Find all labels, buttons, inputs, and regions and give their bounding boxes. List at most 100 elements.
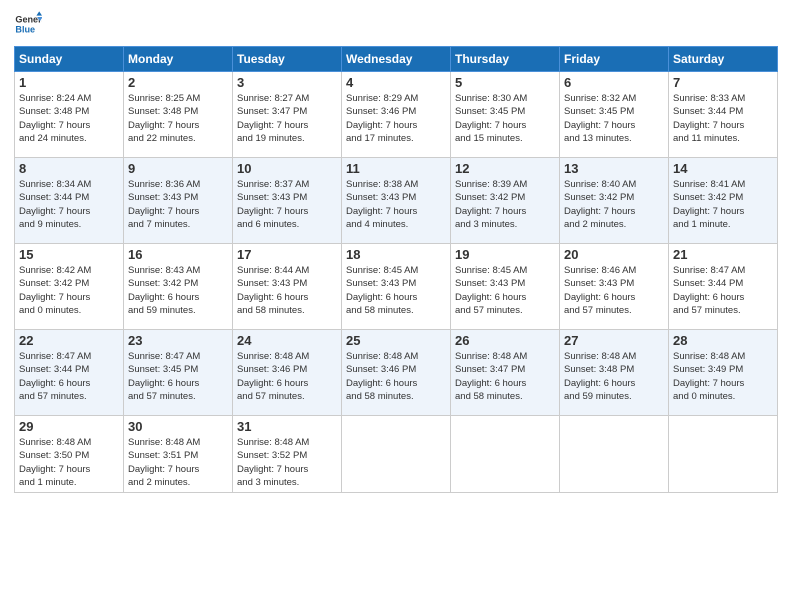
calendar-cell: 6Sunrise: 8:32 AMSunset: 3:45 PMDaylight…	[560, 72, 669, 158]
day-number: 30	[128, 419, 228, 434]
calendar-header-friday: Friday	[560, 47, 669, 72]
calendar-cell	[560, 416, 669, 493]
logo-icon: General Blue	[14, 10, 42, 38]
day-number: 26	[455, 333, 555, 348]
calendar-week-row: 22 Sunrise: 8:47 AMSunset: 3:44 PMDayligh…	[15, 330, 778, 416]
day-number: 5	[455, 75, 555, 90]
calendar-cell: 25 Sunrise: 8:48 AMSunset: 3:46 PMDayligh…	[342, 330, 451, 416]
day-info: Sunrise: 8:47 AMSunset: 3:44 PMDaylight:…	[19, 350, 119, 403]
page-container: General Blue SundayMondayTuesdayWednesda…	[0, 0, 792, 612]
calendar-cell: 23Sunrise: 8:47 AMSunset: 3:45 PMDayligh…	[124, 330, 233, 416]
logo: General Blue	[14, 10, 42, 38]
day-info: Sunrise: 8:34 AMSunset: 3:44 PMDaylight:…	[19, 178, 119, 231]
header: General Blue	[14, 10, 778, 38]
day-info: Sunrise: 8:45 AMSunset: 3:43 PMDaylight:…	[346, 264, 446, 317]
day-number: 29	[19, 419, 119, 434]
day-info: Sunrise: 8:32 AMSunset: 3:45 PMDaylight:…	[564, 92, 664, 145]
day-number: 3	[237, 75, 337, 90]
calendar-cell: 15Sunrise: 8:42 AMSunset: 3:42 PMDayligh…	[15, 244, 124, 330]
day-info: Sunrise: 8:24 AMSunset: 3:48 PMDaylight:…	[19, 92, 119, 145]
day-info: Sunrise: 8:47 AMSunset: 3:45 PMDaylight:…	[128, 350, 228, 403]
calendar-header-monday: Monday	[124, 47, 233, 72]
calendar-cell: 28 Sunrise: 8:48 AMSunset: 3:49 PMDayligh…	[669, 330, 778, 416]
day-number: 20	[564, 247, 664, 262]
calendar-cell	[342, 416, 451, 493]
day-number: 15	[19, 247, 119, 262]
day-number: 16	[128, 247, 228, 262]
calendar-header-thursday: Thursday	[451, 47, 560, 72]
calendar-cell: 20 Sunrise: 8:46 AMSunset: 3:43 PMDayligh…	[560, 244, 669, 330]
day-number: 22	[19, 333, 119, 348]
calendar-header-saturday: Saturday	[669, 47, 778, 72]
day-number: 7	[673, 75, 773, 90]
calendar-cell: 30 Sunrise: 8:48 AMSunset: 3:51 PMDayligh…	[124, 416, 233, 493]
calendar-week-row: 1 Sunrise: 8:24 AMSunset: 3:48 PMDaylight…	[15, 72, 778, 158]
calendar-header-sunday: Sunday	[15, 47, 124, 72]
day-number: 11	[346, 161, 446, 176]
day-info: Sunrise: 8:48 AMSunset: 3:46 PMDaylight:…	[237, 350, 337, 403]
calendar-cell: 24 Sunrise: 8:48 AMSunset: 3:46 PMDayligh…	[233, 330, 342, 416]
calendar-cell: 31Sunrise: 8:48 AMSunset: 3:52 PMDayligh…	[233, 416, 342, 493]
day-info: Sunrise: 8:45 AMSunset: 3:43 PMDaylight:…	[455, 264, 555, 317]
day-info: Sunrise: 8:48 AMSunset: 3:48 PMDaylight:…	[564, 350, 664, 403]
calendar-header-wednesday: Wednesday	[342, 47, 451, 72]
calendar-cell: 29Sunrise: 8:48 AMSunset: 3:50 PMDayligh…	[15, 416, 124, 493]
day-info: Sunrise: 8:44 AMSunset: 3:43 PMDaylight:…	[237, 264, 337, 317]
calendar-cell: 26 Sunrise: 8:48 AMSunset: 3:47 PMDayligh…	[451, 330, 560, 416]
day-number: 18	[346, 247, 446, 262]
calendar-cell	[451, 416, 560, 493]
day-info: Sunrise: 8:48 AMSunset: 3:49 PMDaylight:…	[673, 350, 773, 403]
day-info: Sunrise: 8:29 AMSunset: 3:46 PMDaylight:…	[346, 92, 446, 145]
calendar-cell: 17 Sunrise: 8:44 AMSunset: 3:43 PMDayligh…	[233, 244, 342, 330]
calendar-cell: 8 Sunrise: 8:34 AMSunset: 3:44 PMDaylight…	[15, 158, 124, 244]
calendar-table: SundayMondayTuesdayWednesdayThursdayFrid…	[14, 46, 778, 493]
calendar-week-row: 15Sunrise: 8:42 AMSunset: 3:42 PMDayligh…	[15, 244, 778, 330]
day-number: 24	[237, 333, 337, 348]
day-info: Sunrise: 8:48 AMSunset: 3:46 PMDaylight:…	[346, 350, 446, 403]
day-number: 28	[673, 333, 773, 348]
calendar-cell: 7Sunrise: 8:33 AMSunset: 3:44 PMDaylight…	[669, 72, 778, 158]
day-number: 10	[237, 161, 337, 176]
day-info: Sunrise: 8:48 AMSunset: 3:51 PMDaylight:…	[128, 436, 228, 489]
calendar-cell: 12 Sunrise: 8:39 AMSunset: 3:42 PMDayligh…	[451, 158, 560, 244]
day-number: 1	[19, 75, 119, 90]
calendar-cell: 18 Sunrise: 8:45 AMSunset: 3:43 PMDayligh…	[342, 244, 451, 330]
day-number: 9	[128, 161, 228, 176]
calendar-cell: 27 Sunrise: 8:48 AMSunset: 3:48 PMDayligh…	[560, 330, 669, 416]
day-number: 12	[455, 161, 555, 176]
calendar-cell: 13Sunrise: 8:40 AMSunset: 3:42 PMDayligh…	[560, 158, 669, 244]
calendar-cell: 4Sunrise: 8:29 AMSunset: 3:46 PMDaylight…	[342, 72, 451, 158]
calendar-cell: 16 Sunrise: 8:43 AMSunset: 3:42 PMDayligh…	[124, 244, 233, 330]
day-info: Sunrise: 8:36 AMSunset: 3:43 PMDaylight:…	[128, 178, 228, 231]
calendar-cell: 5 Sunrise: 8:30 AMSunset: 3:45 PMDaylight…	[451, 72, 560, 158]
day-number: 27	[564, 333, 664, 348]
calendar-header-tuesday: Tuesday	[233, 47, 342, 72]
calendar-header-row: SundayMondayTuesdayWednesdayThursdayFrid…	[15, 47, 778, 72]
day-number: 17	[237, 247, 337, 262]
day-info: Sunrise: 8:48 AMSunset: 3:47 PMDaylight:…	[455, 350, 555, 403]
day-number: 19	[455, 247, 555, 262]
day-info: Sunrise: 8:30 AMSunset: 3:45 PMDaylight:…	[455, 92, 555, 145]
calendar-cell: 11 Sunrise: 8:38 AMSunset: 3:43 PMDayligh…	[342, 158, 451, 244]
day-info: Sunrise: 8:38 AMSunset: 3:43 PMDaylight:…	[346, 178, 446, 231]
day-number: 21	[673, 247, 773, 262]
day-info: Sunrise: 8:47 AMSunset: 3:44 PMDaylight:…	[673, 264, 773, 317]
svg-text:General: General	[15, 15, 42, 25]
calendar-cell: 19 Sunrise: 8:45 AMSunset: 3:43 PMDayligh…	[451, 244, 560, 330]
day-number: 13	[564, 161, 664, 176]
calendar-cell: 21 Sunrise: 8:47 AMSunset: 3:44 PMDayligh…	[669, 244, 778, 330]
day-info: Sunrise: 8:43 AMSunset: 3:42 PMDaylight:…	[128, 264, 228, 317]
day-number: 8	[19, 161, 119, 176]
calendar-cell	[669, 416, 778, 493]
calendar-week-row: 29Sunrise: 8:48 AMSunset: 3:50 PMDayligh…	[15, 416, 778, 493]
day-info: Sunrise: 8:39 AMSunset: 3:42 PMDaylight:…	[455, 178, 555, 231]
calendar-cell: 1 Sunrise: 8:24 AMSunset: 3:48 PMDaylight…	[15, 72, 124, 158]
day-number: 25	[346, 333, 446, 348]
calendar-week-row: 8 Sunrise: 8:34 AMSunset: 3:44 PMDaylight…	[15, 158, 778, 244]
day-info: Sunrise: 8:46 AMSunset: 3:43 PMDaylight:…	[564, 264, 664, 317]
calendar-cell: 3Sunrise: 8:27 AMSunset: 3:47 PMDaylight…	[233, 72, 342, 158]
calendar-cell: 22 Sunrise: 8:47 AMSunset: 3:44 PMDayligh…	[15, 330, 124, 416]
day-number: 14	[673, 161, 773, 176]
svg-text:Blue: Blue	[15, 24, 35, 34]
day-info: Sunrise: 8:41 AMSunset: 3:42 PMDaylight:…	[673, 178, 773, 231]
